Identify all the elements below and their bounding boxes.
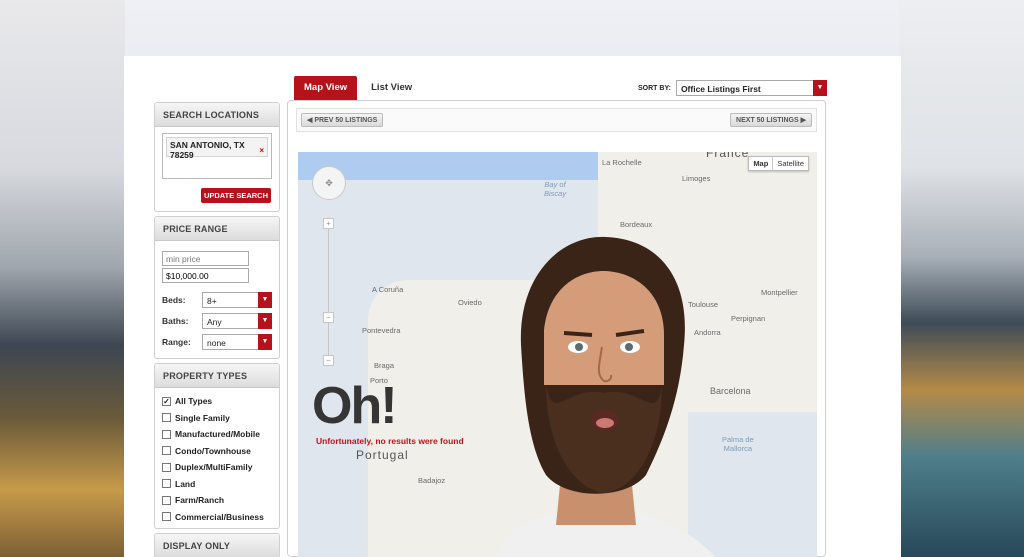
property-type-label: Commercial/Business <box>175 511 264 522</box>
remove-location-icon[interactable]: × <box>259 146 264 155</box>
sort-value: Office Listings First <box>680 84 761 94</box>
chevron-down-icon: ▼ <box>258 333 272 350</box>
beds-select[interactable]: 8+ ▼ <box>202 291 272 308</box>
checkbox[interactable] <box>162 462 171 472</box>
panel-title: DISPLAY ONLY <box>155 534 279 557</box>
beds-value: 8+ <box>207 295 217 306</box>
property-type-option[interactable]: Farm/Ranch <box>162 492 272 509</box>
chevron-down-icon: ▼ <box>258 291 272 308</box>
panel-title: PRICE RANGE <box>155 217 279 241</box>
property-types-panel: PROPERTY TYPES ✓ All Types Single Family Ma… <box>154 363 280 529</box>
prev-listings-button[interactable]: ◀ PREV 50 LISTINGS <box>301 113 384 127</box>
zoom-out-button[interactable]: − <box>323 355 334 366</box>
view-tabs: Map View List View <box>294 76 422 100</box>
checkbox[interactable] <box>162 479 171 489</box>
prev-label: PREV 50 LISTINGS <box>314 117 378 124</box>
checkbox[interactable] <box>162 495 171 505</box>
checkbox[interactable] <box>162 512 171 522</box>
pan-arrows-icon: ✥ <box>325 178 333 188</box>
next-label: NEXT 50 LISTINGS <box>736 117 799 124</box>
zoom-slider-track[interactable] <box>328 220 329 365</box>
property-type-option[interactable]: Commercial/Business <box>162 509 272 526</box>
baths-select[interactable]: Any ▼ <box>202 312 272 329</box>
map-label-a-coruna: A Coruña <box>372 285 404 294</box>
map-label-montpellier: Montpellier <box>761 288 798 297</box>
property-type-label: Duplex/MultiFamily <box>175 462 253 473</box>
map-label-portugal: Portugal <box>356 448 409 462</box>
background-city-left <box>0 0 125 557</box>
map-label-bordeaux: Bordeaux <box>620 220 653 229</box>
beds-label: Beds: <box>162 294 186 305</box>
chevron-down-icon: ▼ <box>812 80 827 96</box>
map-canvas[interactable]: France La Rochelle Limoges Bay of Biscay… <box>298 152 817 557</box>
minus-icon: − <box>326 356 331 365</box>
range-select[interactable]: none ▼ <box>202 333 272 350</box>
map-type-satellite-button[interactable]: Satellite <box>773 157 808 170</box>
location-chip: SAN ANTONIO, TX 78259 × <box>166 137 268 160</box>
no-results-headline: Oh! <box>312 377 398 435</box>
property-type-label: All Types <box>175 396 213 407</box>
display-only-panel: DISPLAY ONLY <box>154 533 280 557</box>
baths-label: Baths: <box>162 315 189 326</box>
search-locations-panel: SEARCH LOCATIONS SAN ANTONIO, TX 78259 ×… <box>154 102 280 212</box>
location-input-box[interactable]: SAN ANTONIO, TX 78259 × <box>162 133 272 179</box>
checkbox[interactable] <box>162 429 171 439</box>
search-page-container: SEARCH LOCATIONS SAN ANTONIO, TX 78259 ×… <box>124 56 901 557</box>
update-search-button[interactable]: UPDATE SEARCH <box>201 188 271 203</box>
baths-value: Any <box>207 316 222 327</box>
property-type-label: Condo/Townhouse <box>175 445 251 456</box>
checkbox[interactable]: ✓ <box>162 396 171 406</box>
chevron-down-icon: ▼ <box>258 312 272 329</box>
surprised-man-image <box>496 236 716 557</box>
location-chip-label: SAN ANTONIO, TX 78259 <box>170 140 245 160</box>
property-type-option[interactable]: Duplex/MultiFamily <box>162 459 272 476</box>
zoom-slider-handle[interactable]: − <box>323 312 334 323</box>
map-label-bay-of-biscay: Bay of Biscay <box>544 180 567 198</box>
range-value: none <box>207 337 226 348</box>
map-label-braga: Braga <box>374 361 395 370</box>
map-label-limoges: Limoges <box>682 174 711 183</box>
property-type-label: Farm/Ranch <box>175 495 225 506</box>
map-pan-control[interactable]: ✥ <box>312 166 346 200</box>
panel-title: PROPERTY TYPES <box>155 364 279 388</box>
panel-title: SEARCH LOCATIONS <box>155 103 279 127</box>
map-label-la-rochelle: La Rochelle <box>602 158 642 167</box>
min-price-input[interactable] <box>162 251 249 266</box>
property-type-option[interactable]: Condo/Townhouse <box>162 443 272 460</box>
plus-icon: + <box>326 219 331 228</box>
sidebar: SEARCH LOCATIONS SAN ANTONIO, TX 78259 ×… <box>154 102 280 557</box>
max-price-input[interactable] <box>162 268 249 283</box>
price-range-panel: PRICE RANGE Beds: 8+ ▼ Baths: Any ▼ Range:… <box>154 216 280 359</box>
map-type-control: Map Satellite <box>748 156 809 171</box>
map-label-palma: Palma de Mallorca <box>722 435 754 453</box>
property-type-option[interactable]: ✓ All Types <box>162 393 272 410</box>
sort-by: SORT BY: Office Listings First ▼ <box>638 80 827 96</box>
property-type-label: Manufactured/Mobile <box>175 429 261 440</box>
range-label: Range: <box>162 336 191 347</box>
checkbox[interactable] <box>162 446 171 456</box>
checkbox[interactable] <box>162 413 171 423</box>
property-type-option[interactable]: Manufactured/Mobile <box>162 426 272 443</box>
sort-select[interactable]: Office Listings First ▼ <box>675 80 827 96</box>
triangle-right-icon: ▶ <box>798 117 806 124</box>
property-type-option[interactable]: Single Family <box>162 410 272 427</box>
zoom-in-button[interactable]: + <box>323 218 334 229</box>
no-results-message: Unfortunately, no results were found <box>316 436 464 446</box>
map-type-map-button[interactable]: Map <box>749 157 774 170</box>
property-type-option[interactable]: Land <box>162 476 272 493</box>
map-label-badajoz: Badajoz <box>418 476 446 485</box>
map-label-perpignan: Perpignan <box>731 314 766 323</box>
property-type-label: Single Family <box>175 412 230 423</box>
next-listings-button[interactable]: NEXT 50 LISTINGS ▶ <box>730 113 812 127</box>
sort-by-label: SORT BY: <box>638 84 671 92</box>
map-label-france: France <box>706 152 750 160</box>
map-label-pontevedra: Pontevedra <box>362 326 401 335</box>
tab-map-view[interactable]: Map View <box>294 76 358 100</box>
minus-icon: − <box>326 313 331 322</box>
property-type-label: Land <box>175 478 196 489</box>
tab-list-view[interactable]: List View <box>361 76 422 100</box>
results-panel: ◀ PREV 50 LISTINGS NEXT 50 LISTINGS ▶ Fr… <box>287 100 826 557</box>
background-city-right <box>899 0 1024 557</box>
pager-bar: ◀ PREV 50 LISTINGS NEXT 50 LISTINGS ▶ <box>296 108 817 132</box>
